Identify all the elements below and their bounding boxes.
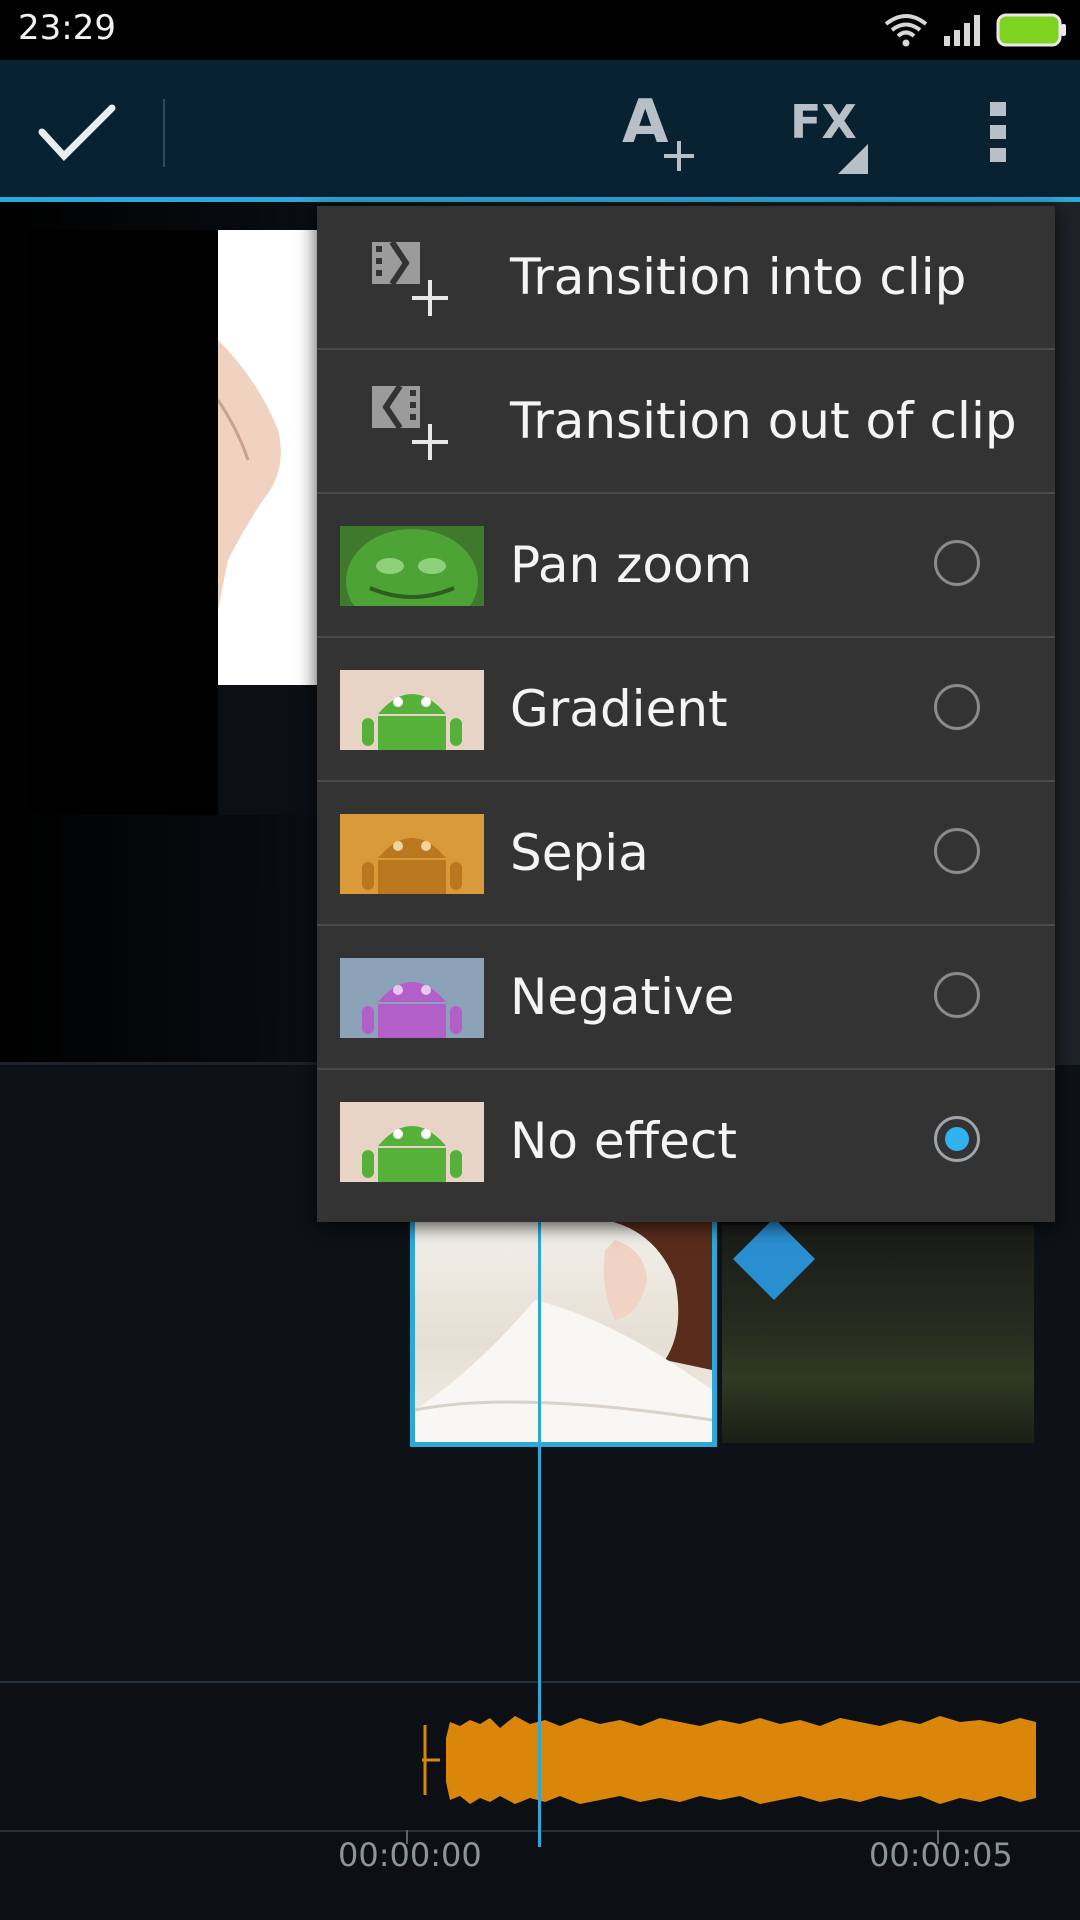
preview-frame (218, 230, 318, 685)
preview-shadow (218, 685, 318, 815)
fx-dropdown-menu: Transition into clip Transition out of c… (317, 206, 1055, 1222)
sepia-radio[interactable] (934, 828, 980, 874)
done-checkmark-icon[interactable] (34, 92, 124, 172)
menu-item-transition-into-clip[interactable]: Transition into clip (317, 206, 1055, 350)
gradient-radio[interactable] (934, 684, 980, 730)
overflow-menu-icon[interactable] (976, 96, 1020, 168)
add-text-icon[interactable]: A (620, 86, 710, 176)
action-bar-divider (163, 99, 165, 167)
action-bar (0, 60, 1080, 202)
preview-letterbox (27, 230, 218, 815)
transition-into-clip-label: Transition into clip (510, 248, 967, 306)
negative-label: Negative (510, 968, 735, 1026)
sepia-label: Sepia (510, 824, 649, 882)
ruler-end-time: 00:00:05 (869, 1836, 1013, 1874)
menu-item-no-effect[interactable]: No effect (317, 1070, 1055, 1214)
status-time: 23:29 (18, 8, 116, 48)
playhead[interactable] (538, 1215, 541, 1847)
ruler-start-time: 00:00:00 (338, 1836, 482, 1874)
menu-item-pan-zoom[interactable]: Pan zoom (317, 494, 1055, 638)
audio-waveform[interactable] (420, 1710, 1036, 1810)
svg-text:A: A (622, 87, 669, 157)
sepia-thumbnail (340, 814, 484, 894)
fx-label: FX (790, 95, 857, 149)
menu-item-gradient[interactable]: Gradient (317, 638, 1055, 782)
transition-in-icon (372, 240, 448, 316)
menu-item-sepia[interactable]: Sepia (317, 782, 1055, 926)
gradient-thumbnail (340, 670, 484, 750)
pan-zoom-radio[interactable] (934, 540, 980, 586)
signal-icon (944, 15, 980, 46)
pan-zoom-thumbnail (340, 526, 484, 606)
menu-item-transition-out-of-clip[interactable]: Transition out of clip (317, 350, 1055, 494)
selected-clip[interactable] (410, 1215, 717, 1447)
wifi-icon (884, 14, 928, 47)
pan-zoom-label: Pan zoom (510, 536, 753, 594)
preview-face-image (218, 340, 281, 610)
negative-thumbnail (340, 958, 484, 1038)
transition-out-icon (372, 384, 448, 460)
no-effect-radio[interactable] (934, 1116, 980, 1162)
fx-button[interactable]: FX (780, 90, 880, 180)
gradient-label: Gradient (510, 680, 728, 738)
no-effect-thumbnail (340, 1102, 484, 1182)
menu-item-negative[interactable]: Negative (317, 926, 1055, 1070)
clip-thumbnail-woman (415, 1220, 712, 1442)
negative-radio[interactable] (934, 972, 980, 1018)
no-effect-label: No effect (510, 1112, 737, 1170)
battery-icon (996, 13, 1066, 47)
transition-out-of-clip-label: Transition out of clip (510, 392, 1017, 450)
